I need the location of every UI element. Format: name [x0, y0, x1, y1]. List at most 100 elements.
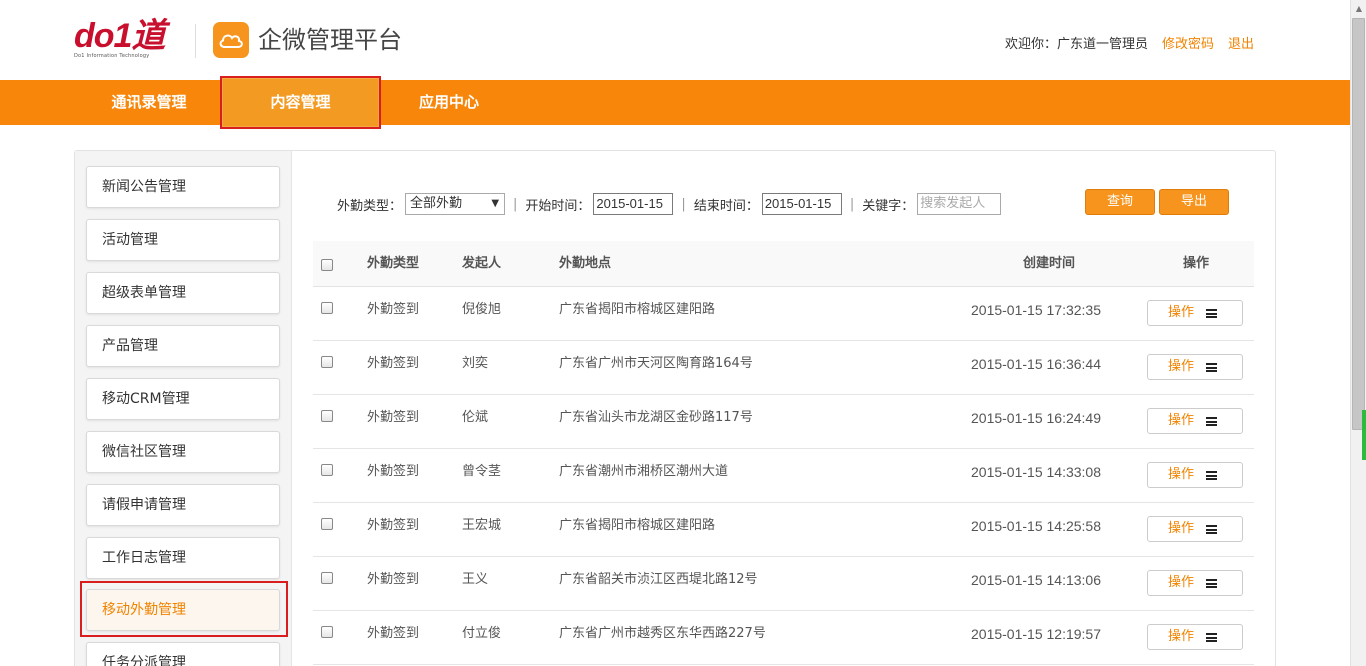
- nav-content[interactable]: 内容管理: [220, 76, 381, 129]
- header-created: 创建时间: [1023, 256, 1076, 271]
- sidebar-item-leave[interactable]: 请假申请管理: [86, 484, 280, 526]
- row-action-button[interactable]: 操作: [1147, 462, 1243, 488]
- row-type: 外勤签到: [367, 464, 420, 479]
- row-location: 广东省潮州市湘桥区潮州大道: [559, 464, 729, 479]
- green-indicator: [1362, 410, 1366, 460]
- app-title: 企微管理平台: [258, 26, 402, 54]
- menu-icon: [1206, 633, 1217, 642]
- welcome-text: 欢迎你：广东道一管理员: [1004, 37, 1148, 52]
- sidebar-item-news[interactable]: 新闻公告管理: [86, 166, 280, 208]
- row-type: 外勤签到: [367, 572, 420, 587]
- sidebar-item-wechat-community[interactable]: 微信社区管理: [86, 431, 280, 473]
- table-row: 外勤签到 刘奕 广东省广州市天河区陶育路164号 2015-01-15 16:36:4…: [313, 341, 1254, 395]
- menu-icon: [1206, 309, 1217, 318]
- end-time-label: 结束时间：: [693, 198, 759, 214]
- row-action-button[interactable]: 操作: [1147, 516, 1243, 542]
- select-all-checkbox[interactable]: [321, 259, 333, 271]
- table-row: 外勤签到 曾令茎 广东省潮州市湘桥区潮州大道 2015-01-15 14:33:08 操…: [313, 449, 1254, 503]
- table-row: 外勤签到 王宏城 广东省揭阳市榕城区建阳路 2015-01-15 14:25:58 操作: [313, 503, 1254, 557]
- row-initiator: 王义: [462, 572, 489, 587]
- row-initiator: 付立俊: [462, 626, 502, 641]
- scroll-thumb[interactable]: [1352, 18, 1365, 430]
- row-checkbox[interactable]: [321, 410, 333, 422]
- logo-divider: [195, 24, 196, 58]
- end-time-input[interactable]: 2015-01-15: [761, 193, 842, 215]
- header-location: 外勤地点: [559, 256, 612, 271]
- header-action: 操作: [1183, 256, 1210, 271]
- row-action-button[interactable]: 操作: [1147, 354, 1243, 380]
- row-action-button[interactable]: 操作: [1147, 408, 1243, 434]
- table-row: 外勤签到 付立俊 广东省广州市越秀区东华西路227号 2015-01-15 12:19…: [313, 611, 1254, 665]
- table-row: 外勤签到 伦斌 广东省汕头市龙湖区金砂路117号 2015-01-15 16:24:4…: [313, 395, 1254, 449]
- sidebar-highlight-frame: [80, 581, 288, 637]
- page: do1道 Do1 Information Technology 企微管理平台 欢…: [0, 0, 1366, 666]
- row-checkbox[interactable]: [321, 626, 333, 638]
- sidebar-item-worklog[interactable]: 工作日志管理: [86, 537, 280, 579]
- row-created: 2015-01-15 14:25:58: [971, 518, 1101, 534]
- menu-icon: [1206, 525, 1217, 534]
- menu-icon: [1206, 579, 1217, 588]
- row-action-button[interactable]: 操作: [1147, 570, 1243, 596]
- keyword-input[interactable]: 搜索发起人: [917, 193, 1002, 215]
- row-location: 广东省广州市天河区陶育路164号: [559, 356, 753, 371]
- row-type: 外勤签到: [367, 626, 420, 641]
- dropdown-arrow-icon: ▼: [491, 198, 500, 209]
- row-created: 2015-01-15 14:13:06: [971, 572, 1101, 588]
- row-type: 外勤签到: [367, 410, 420, 425]
- row-checkbox[interactable]: [321, 464, 333, 476]
- scroll-up-arrow-icon[interactable]: ▲: [1351, 0, 1366, 17]
- vertical-scrollbar[interactable]: ▲: [1350, 0, 1366, 666]
- row-created: 2015-01-15 17:32:35: [971, 302, 1101, 318]
- row-created: 2015-01-15 12:19:57: [971, 626, 1101, 642]
- sidebar-item-activity[interactable]: 活动管理: [86, 219, 280, 261]
- row-action-label: 操作: [1168, 629, 1195, 644]
- query-button[interactable]: 查询: [1085, 189, 1155, 215]
- row-checkbox[interactable]: [321, 356, 333, 368]
- sidebar-item-task-dispatch[interactable]: 任务分派管理: [86, 642, 280, 666]
- nav-app-center[interactable]: 应用中心: [374, 80, 524, 125]
- row-type: 外勤签到: [367, 518, 420, 533]
- export-button[interactable]: 导出: [1159, 189, 1229, 215]
- row-checkbox[interactable]: [321, 518, 333, 530]
- brand-logo-text: do1道: [74, 17, 165, 55]
- row-initiator: 曾令茎: [462, 464, 502, 479]
- separator: |: [681, 196, 686, 212]
- row-action-label: 操作: [1168, 359, 1195, 374]
- type-select-value: 全部外勤: [410, 196, 463, 211]
- floating-widget: [1286, 402, 1336, 462]
- menu-icon: [1206, 363, 1217, 372]
- row-location: 广东省韶关市浈江区西堤北路12号: [559, 572, 758, 587]
- row-checkbox[interactable]: [321, 302, 333, 314]
- row-type: 外勤签到: [367, 356, 420, 371]
- keyword-label: 关键字：: [862, 198, 915, 214]
- sidebar: 新闻公告管理 活动管理 超级表单管理 产品管理 移动CRM管理 微信社区管理 请…: [75, 151, 292, 666]
- header: do1道 Do1 Information Technology 企微管理平台 欢…: [0, 0, 1350, 80]
- content-panel: 新闻公告管理 活动管理 超级表单管理 产品管理 移动CRM管理 微信社区管理 请…: [74, 150, 1276, 666]
- start-time-input[interactable]: 2015-01-15: [593, 193, 674, 215]
- sidebar-item-super-form[interactable]: 超级表单管理: [86, 272, 280, 314]
- row-location: 广东省广州市越秀区东华西路227号: [559, 626, 766, 641]
- row-initiator: 王宏城: [462, 518, 502, 533]
- row-location: 广东省揭阳市榕城区建阳路: [559, 302, 716, 317]
- row-initiator: 伦斌: [462, 410, 489, 425]
- row-location: 广东省汕头市龙湖区金砂路117号: [559, 410, 753, 425]
- change-password-link[interactable]: 修改密码: [1162, 36, 1214, 54]
- sidebar-item-product[interactable]: 产品管理: [86, 325, 280, 367]
- row-type: 外勤签到: [367, 302, 420, 317]
- brand-logo-subtitle: Do1 Information Technology: [74, 53, 150, 59]
- sidebar-item-crm[interactable]: 移动CRM管理: [86, 378, 280, 420]
- menu-icon: [1206, 471, 1217, 480]
- main-nav: 通讯录管理 内容管理 应用中心: [0, 76, 1350, 129]
- nav-contacts[interactable]: 通讯录管理: [74, 80, 224, 125]
- row-checkbox[interactable]: [321, 572, 333, 584]
- row-action-label: 操作: [1168, 575, 1195, 590]
- header-initiator: 发起人: [462, 256, 502, 271]
- type-select[interactable]: 全部外勤 ▼: [405, 193, 506, 215]
- row-action-button[interactable]: 操作: [1147, 624, 1243, 650]
- logout-link[interactable]: 退出: [1228, 36, 1254, 54]
- row-action-button[interactable]: 操作: [1147, 300, 1243, 326]
- row-location: 广东省揭阳市榕城区建阳路: [559, 518, 716, 533]
- table-row: 外勤签到 王义 广东省韶关市浈江区西堤北路12号 2015-01-15 14:13:0…: [313, 557, 1254, 611]
- row-created: 2015-01-15 16:24:49: [971, 410, 1101, 426]
- field-work-table: 外勤类型 发起人 外勤地点 创建时间 操作 外勤签到 倪俊旭 广东省揭阳市榕城区建阳…: [313, 241, 1254, 665]
